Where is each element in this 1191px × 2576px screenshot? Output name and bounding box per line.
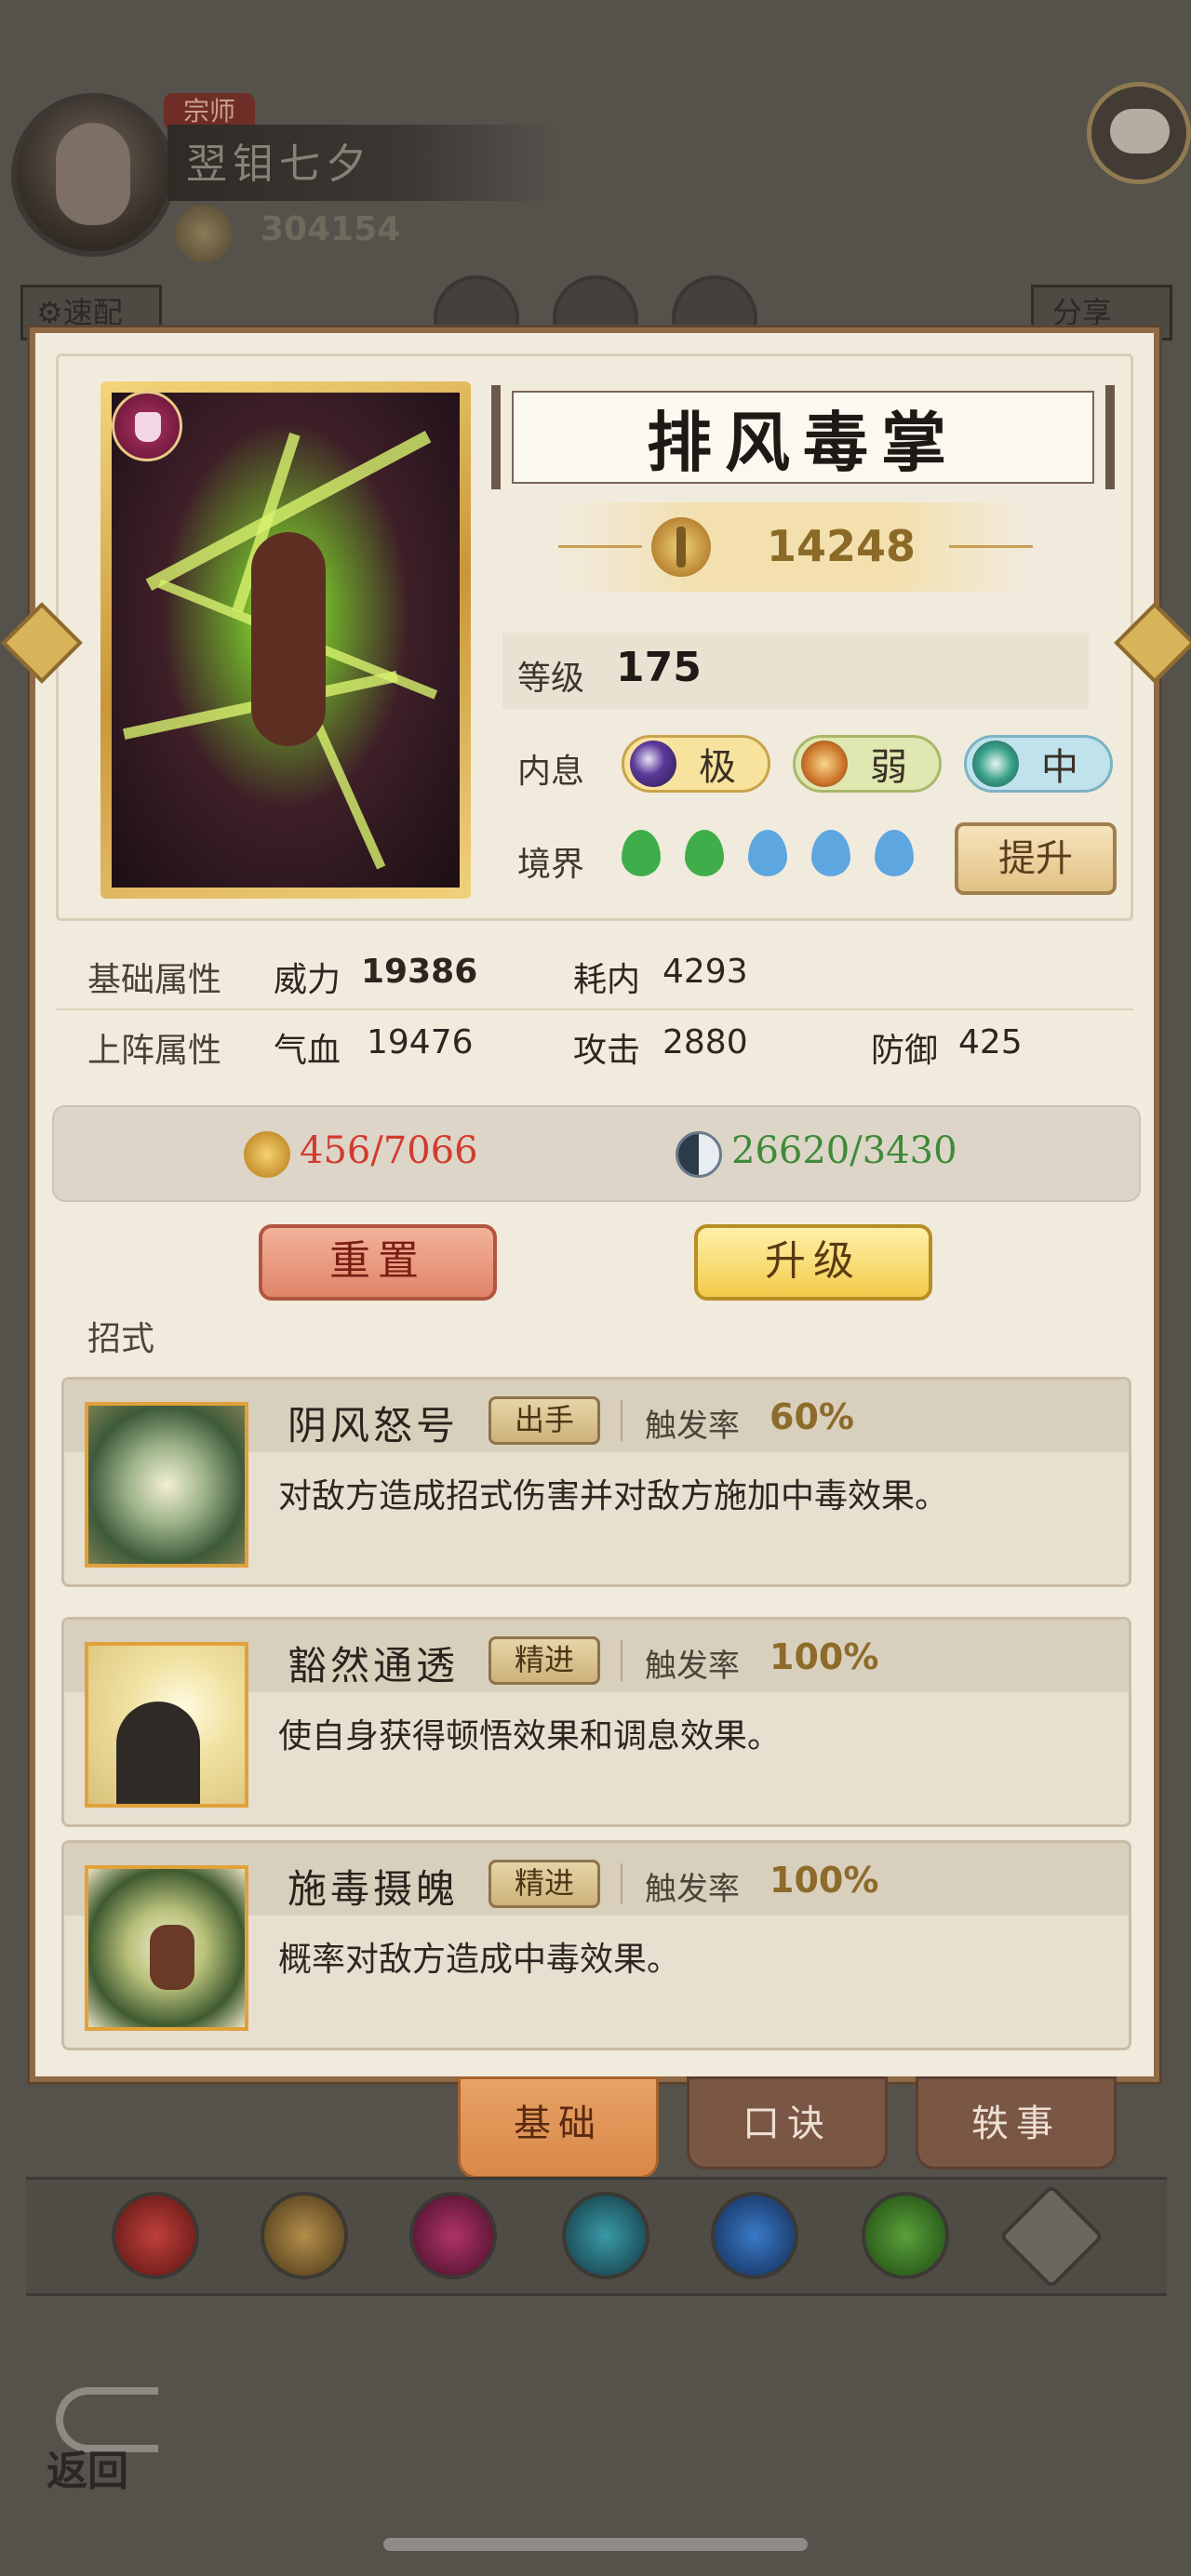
trigger-rate-label: 触发率 (645, 1871, 740, 1908)
inner-pill-label: 弱 (870, 746, 907, 789)
player-name: 翌钼七夕 (186, 140, 372, 188)
skill-description: 概率对敌方造成中毒效果。 (278, 1941, 681, 1979)
essence-cost: 26620/3430 (731, 1129, 957, 1172)
tab-anecdote[interactable]: 轶事 (916, 2076, 1117, 2169)
coin-cost: 456/7066 (300, 1129, 478, 1172)
tab-formula[interactable]: 口诀 (687, 2076, 888, 2169)
player-avatar[interactable] (11, 93, 175, 257)
upgrade-button[interactable]: 升级 (694, 1224, 932, 1301)
level-row (502, 633, 1089, 709)
reset-button[interactable]: 重置 (259, 1224, 497, 1301)
sword-type-icon[interactable] (261, 2192, 348, 2279)
home-indicator[interactable] (383, 2538, 808, 2551)
avatar-face (56, 123, 130, 225)
attr-divider (56, 1008, 1133, 1010)
attr-hp-value: 19476 (367, 1023, 474, 1061)
whirlwind-icon (85, 1402, 248, 1568)
trigger-rate-label: 触发率 (645, 1408, 740, 1445)
inner-pill-weak: 弱 (793, 735, 942, 793)
skill-title-box: 排风毒掌 (491, 385, 1115, 489)
trigger-rate: 100% (769, 1860, 879, 1901)
raise-realm-button[interactable]: 提升 (955, 822, 1117, 895)
realm-label: 境界 (517, 846, 585, 884)
moon-green-icon (972, 741, 1019, 787)
fist-type-icon[interactable] (409, 2192, 497, 2279)
skill-name: 豁然通透 (288, 1643, 460, 1688)
attr-power-value: 19386 (361, 953, 478, 991)
trigger-rate: 100% (769, 1636, 879, 1677)
skill-item[interactable]: 阴风怒号 出手 触发率 60% 对敌方造成招式伤害并对敌方施加中毒效果。 (61, 1377, 1131, 1587)
skill-name: 施毒摄魄 (288, 1866, 460, 1912)
inner-pill-label: 极 (699, 746, 736, 789)
level-value: 175 (616, 644, 702, 691)
enlightenment-icon (85, 1642, 248, 1808)
attr-defense-value: 425 (958, 1023, 1023, 1061)
back-button[interactable]: 返回 (47, 2437, 167, 2540)
attr-cost-name: 耗内 (573, 961, 641, 999)
attr-power-name: 威力 (274, 961, 341, 999)
base-attributes-label: 基础属性 (87, 961, 222, 999)
skill-title: 排风毒掌 (512, 391, 1094, 484)
attr-defense-name: 防御 (871, 1032, 939, 1070)
sword-icon (651, 517, 711, 577)
skill-tag: 出手 (488, 1396, 600, 1445)
attr-attack-value: 2880 (662, 1023, 748, 1061)
skill-description: 对敌方造成招式伤害并对敌方施加中毒效果。 (278, 1477, 949, 1515)
tab-basic[interactable]: 基础 (458, 2076, 659, 2179)
upgrade-cost-bar (52, 1105, 1141, 1202)
skill-name: 阴风怒号 (288, 1403, 460, 1448)
trigger-rate-label: 触发率 (645, 1648, 740, 1685)
attr-cost-value: 4293 (662, 953, 748, 991)
inner-pill-label: 中 (1041, 746, 1078, 789)
moves-section-label: 招式 (87, 1320, 155, 1358)
fist-type-icon (112, 391, 182, 461)
level-label: 等级 (517, 660, 585, 698)
skill-power: 14248 (767, 521, 917, 571)
inner-pill-medium: 中 (964, 735, 1113, 793)
hidden-weapon-type-icon[interactable] (862, 2192, 949, 2279)
combat-power-icon (175, 205, 233, 262)
skill-item[interactable]: 豁然通透 精进 触发率 100% 使自身获得顿悟效果和调息效果。 (61, 1617, 1131, 1827)
inner-label: 内息 (517, 753, 585, 791)
palm-type-icon[interactable] (562, 2192, 649, 2279)
taichi-type-icon[interactable] (711, 2192, 798, 2279)
skill-tag: 精进 (488, 1860, 600, 1908)
skill-item[interactable]: 施毒摄魄 精进 触发率 100% 概率对敌方造成中毒效果。 (61, 1840, 1131, 2050)
poison-swirl-icon (85, 1865, 248, 2031)
attr-hp-name: 气血 (274, 1032, 341, 1070)
yinyang-icon (676, 1131, 722, 1178)
battle-attributes-label: 上阵属性 (87, 1032, 222, 1070)
coin-icon (244, 1131, 290, 1178)
sun-orange-icon (801, 741, 848, 787)
attr-attack-name: 攻击 (573, 1032, 641, 1070)
inner-pill-extreme: 极 (622, 735, 770, 793)
chat-icon[interactable] (1087, 82, 1191, 184)
skill-tag: 精进 (488, 1636, 600, 1685)
trigger-rate: 60% (769, 1396, 854, 1437)
moon-dark-icon (630, 741, 676, 787)
skill-description: 使自身获得顿悟效果和调息效果。 (278, 1717, 782, 1755)
blade-type-icon[interactable] (112, 2192, 199, 2279)
player-combat-power: 304154 (261, 210, 401, 248)
